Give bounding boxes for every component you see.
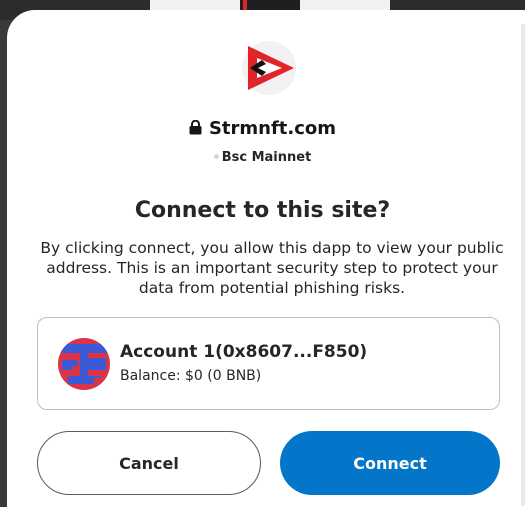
connect-button[interactable]: Connect [280, 431, 500, 495]
dialog-title: Connect to this site? [134, 198, 391, 223]
network-indicator: Bsc Mainnet [0, 150, 525, 165]
cancel-button[interactable]: Cancel [37, 431, 261, 495]
site-origin: Strmnft.com [0, 118, 525, 139]
account-balance: Balance: $0 (0 BNB) [120, 368, 262, 384]
network-status-dot [213, 154, 219, 159]
identicon-avatar [58, 338, 110, 390]
site-name: Strmnft.com [208, 118, 337, 139]
dialog-description: By clicking connect, you allow this dapp… [40, 239, 504, 297]
play-logo-icon [242, 41, 296, 95]
network-name: Bsc Mainnet [221, 150, 312, 165]
account-selector[interactable]: Account 1(0x8607...F850) Balance: $0 (0 … [37, 317, 500, 410]
scrollbar[interactable] [521, 24, 525, 506]
account-name: Account 1(0x8607...F850) [120, 342, 368, 362]
lock-icon [189, 120, 202, 135]
